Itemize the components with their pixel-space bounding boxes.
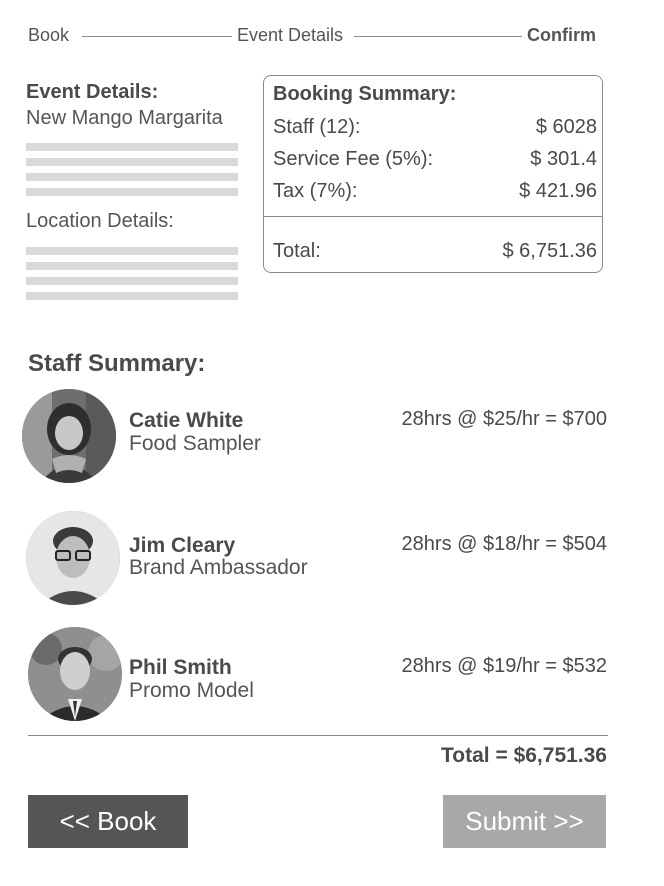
summary-service-fee-value: $ 301.4 [530,148,597,170]
staff-rate: 28hrs @ $18/hr = $504 [401,533,607,555]
booking-summary-heading: Booking Summary: [273,83,457,105]
placeholder-line [26,143,238,151]
back-to-book-button[interactable]: << Book [28,795,188,848]
summary-tax-value: $ 421.96 [519,180,597,202]
staff-role: Brand Ambassador [129,556,308,579]
staff-name: Catie White [129,409,244,432]
placeholder-line [26,262,238,270]
step-connector [82,36,232,37]
step-connector [354,36,522,37]
event-name: New Mango Margarita [26,107,223,129]
placeholder-line [26,173,238,181]
staff-role: Promo Model [129,679,254,702]
placeholder-line [26,292,238,300]
event-details-heading: Event Details: [26,81,159,103]
avatar [22,389,116,483]
summary-total-label: Total: [273,240,321,262]
location-details-heading: Location Details: [26,210,174,232]
staff-total: Total = $6,751.36 [441,744,607,767]
summary-tax-label: Tax (7%): [273,180,358,202]
person-photo-icon [26,511,120,605]
staff-summary-heading: Staff Summary: [28,350,206,377]
summary-staff-label: Staff (12): [273,116,361,138]
placeholder-line [26,158,238,166]
summary-divider [264,216,602,217]
step-confirm[interactable]: Confirm [527,25,596,46]
placeholder-line [26,188,238,196]
placeholder-line [26,277,238,285]
staff-divider [28,735,608,736]
avatar [28,627,122,721]
staff-name: Jim Cleary [129,534,236,557]
submit-button[interactable]: Submit >> [443,795,606,848]
staff-rate: 28hrs @ $25/hr = $700 [401,408,607,430]
step-book[interactable]: Book [28,25,69,46]
person-photo-icon [22,389,116,483]
summary-total-value: $ 6,751.36 [502,240,597,262]
person-photo-icon [28,627,122,721]
staff-role: Food Sampler [129,432,261,455]
staff-name: Phil Smith [129,656,232,679]
summary-staff-value: $ 6028 [535,116,597,138]
avatar [26,511,120,605]
summary-service-fee-label: Service Fee (5%): [273,148,434,170]
placeholder-line [26,247,238,255]
staff-rate: 28hrs @ $19/hr = $532 [401,655,607,677]
step-event-details[interactable]: Event Details [237,25,343,46]
